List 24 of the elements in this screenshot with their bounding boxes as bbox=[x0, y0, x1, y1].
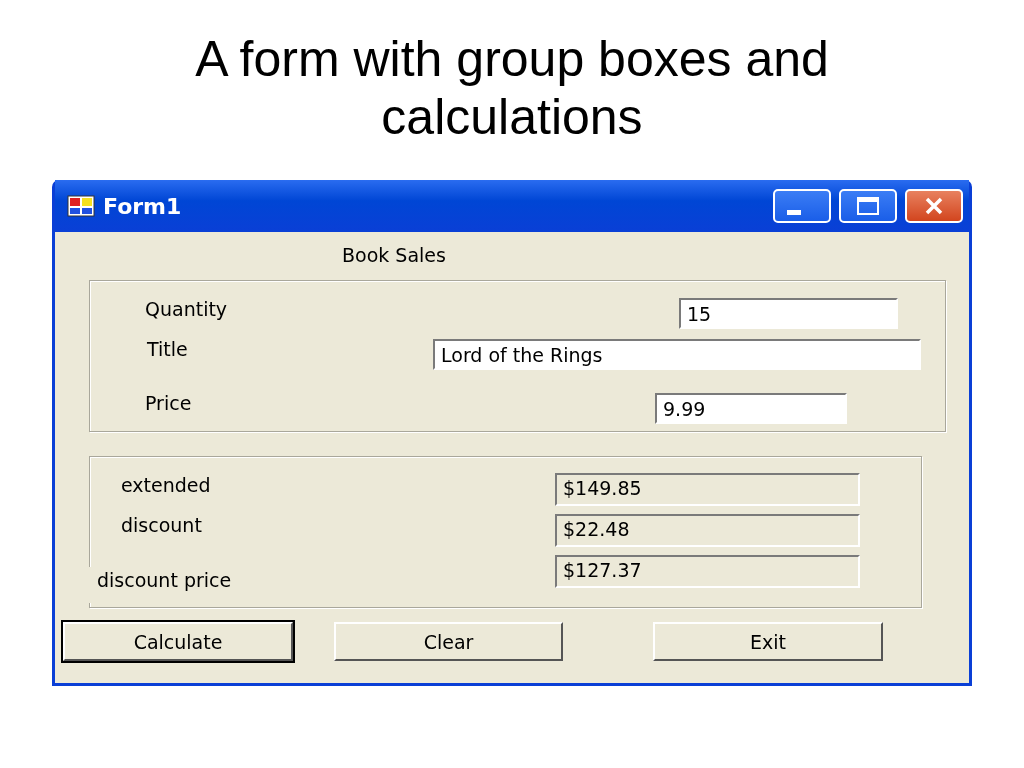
input-field[interactable]: 9.99 bbox=[655, 393, 847, 424]
minimize-button[interactable] bbox=[773, 189, 831, 223]
output-field: $149.85 bbox=[555, 473, 860, 506]
form-icon bbox=[67, 195, 95, 217]
form-button[interactable]: Clear bbox=[334, 622, 563, 661]
slide-title: A form with group boxes and calculations bbox=[194, 30, 830, 146]
output-field: $127.37 bbox=[555, 555, 860, 588]
output-field: $22.48 bbox=[555, 514, 860, 547]
input-field[interactable]: 15 bbox=[679, 298, 898, 329]
form-button[interactable]: Exit bbox=[653, 622, 883, 661]
maximize-icon bbox=[856, 196, 880, 216]
close-button[interactable] bbox=[905, 189, 963, 223]
input-field[interactable]: Lord of the Rings bbox=[433, 339, 921, 370]
form-button[interactable]: Calculate bbox=[63, 622, 293, 661]
maximize-button[interactable] bbox=[839, 189, 897, 223]
form-heading: Book Sales bbox=[342, 244, 446, 266]
minimize-icon bbox=[787, 209, 801, 215]
field-label: Title bbox=[147, 338, 188, 360]
result-label: extended bbox=[121, 474, 211, 496]
window-title: Form1 bbox=[103, 193, 183, 219]
field-label: Price bbox=[145, 392, 192, 414]
result-label: discount bbox=[121, 514, 202, 536]
field-label: Quantity bbox=[145, 298, 228, 320]
result-label: discount price bbox=[88, 567, 234, 603]
